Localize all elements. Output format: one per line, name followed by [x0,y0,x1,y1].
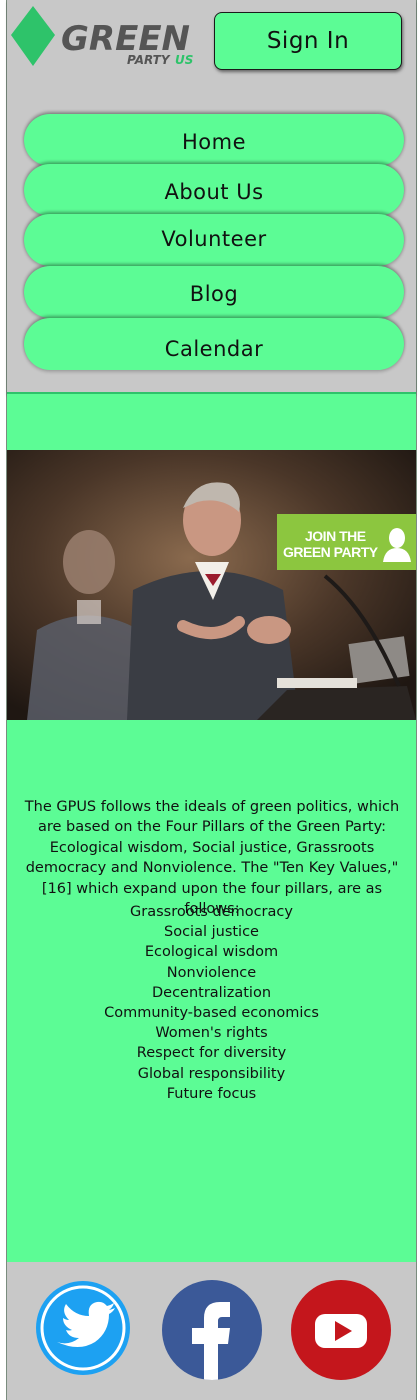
facebook-link[interactable] [162,1280,262,1380]
site-header: GREEN PARTY US Sign In Home About Us Vol… [7,0,416,394]
nav-home-label: Home [181,130,246,154]
nav-blog-button[interactable]: Blog [24,266,404,318]
list-item: Grassroots democracy [130,904,293,920]
list-item: Women's rights [155,1025,268,1042]
list-item: Global responsibility [137,1065,286,1082]
nav-volunteer-label: Volunteer [161,227,267,251]
youtube-link[interactable] [291,1280,391,1380]
nav-about-us-label: About Us [164,180,264,204]
nav-volunteer-button[interactable]: Volunteer [24,214,404,266]
list-item: Ecological wisdom [144,944,279,961]
nav-home-button[interactable]: Home [24,114,404,166]
silhouette-icon [383,528,411,562]
list-item: Community-based economics [104,1005,319,1022]
logo-sub-us: US [175,53,193,67]
list-item: Respect for diversity [136,1045,287,1062]
ten-key-values-list: Grassroots democracy Social justice Ecol… [7,902,416,1104]
join-badge-line1: JOIN THE [305,528,366,544]
join-badge-text: JOIN THE GREEN PARTY [283,528,378,560]
site-footer [7,1262,416,1400]
nav-calendar-label: Calendar [164,337,264,361]
list-item: Decentralization [151,984,272,1001]
list-item: Future focus [166,1085,257,1102]
hero-photo [7,450,416,720]
join-green-party-badge[interactable]: JOIN THE GREEN PARTY [277,514,416,570]
nav-blog-label: Blog [189,282,239,306]
hero-image: JOIN THE GREEN PARTY [7,450,416,720]
facebook-icon [162,1280,262,1380]
twitter-link[interactable] [33,1280,133,1380]
logo-graphic: GREEN PARTY US [11,6,193,67]
list-item: Social justice [164,924,259,941]
youtube-icon [291,1280,391,1380]
nav-about-us-button[interactable]: About Us [24,164,404,216]
nav-calendar-button[interactable]: Calendar [24,318,404,370]
twitter-icon [36,1281,130,1375]
main-content: JOIN THE GREEN PARTY The GPUS follows th… [7,394,416,1262]
sign-in-button[interactable]: Sign In [214,12,402,70]
logo-sub-party: PARTY [127,53,171,67]
green-party-logo[interactable]: GREEN PARTY US [9,4,199,70]
list-item: Nonviolence [166,964,257,981]
logo-word: GREEN [61,19,190,59]
page: GREEN PARTY US Sign In Home About Us Vol… [6,0,417,1400]
join-badge-line2: GREEN PARTY [283,544,378,560]
